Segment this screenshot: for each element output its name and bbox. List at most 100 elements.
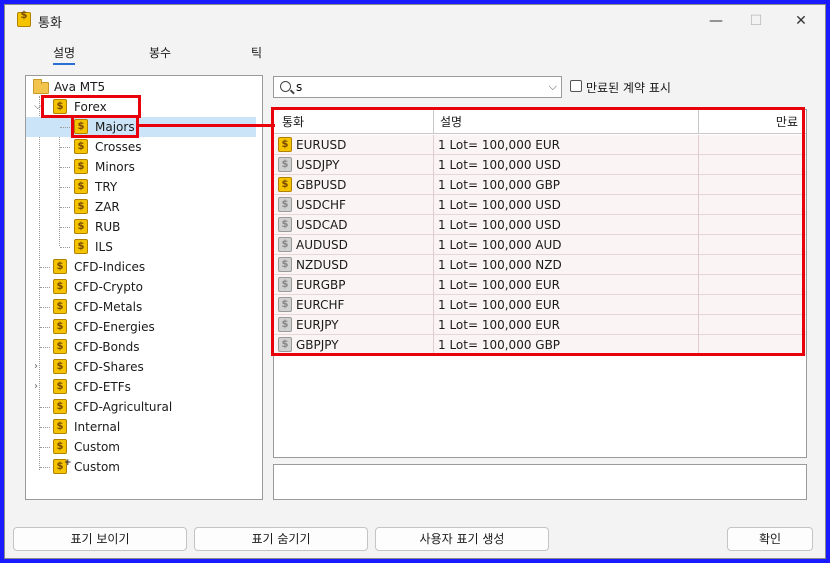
cell-description: 1 Lot= 100,000 NZD bbox=[438, 258, 562, 272]
cell-symbol: USDCHF bbox=[296, 198, 346, 212]
close-button[interactable]: ✕ bbox=[786, 10, 816, 32]
cell-symbol: USDJPY bbox=[296, 158, 340, 172]
table-header: 통화 설명 만료 bbox=[274, 110, 806, 134]
tree-item-cfd-energies[interactable]: CFD-Energies bbox=[26, 317, 256, 337]
cell-divider bbox=[433, 175, 434, 195]
table-row[interactable]: USDCAD 1 Lot= 100,000 USD bbox=[274, 215, 806, 235]
cell-divider bbox=[698, 255, 699, 275]
tree-item-label: Minors bbox=[95, 160, 135, 174]
cell-description: 1 Lot= 100,000 USD bbox=[438, 218, 561, 232]
header-description[interactable]: 설명 bbox=[440, 110, 462, 134]
coin-disabled-icon bbox=[278, 335, 292, 355]
coin-icon bbox=[53, 377, 67, 397]
tree-item-label: Internal bbox=[74, 420, 121, 434]
tab-specification[interactable]: 설명 bbox=[53, 44, 76, 65]
tree-item-cfd-etfs[interactable]: › CFD-ETFs bbox=[26, 377, 256, 397]
cell-divider bbox=[698, 335, 699, 355]
table-row[interactable]: EURUSD 1 Lot= 100,000 EUR bbox=[274, 135, 806, 155]
table-row[interactable]: NZDUSD 1 Lot= 100,000 NZD bbox=[274, 255, 806, 275]
symbol-table[interactable]: 통화 설명 만료 EURUSD 1 Lot= 100,000 EUR USDJPY 1… bbox=[273, 109, 807, 458]
coin-icon bbox=[74, 177, 88, 197]
cell-symbol: GBPUSD bbox=[296, 178, 347, 192]
coin-disabled-icon bbox=[278, 295, 292, 315]
table-row[interactable]: GBPJPY 1 Lot= 100,000 GBP bbox=[274, 335, 806, 355]
tree-item-cfd-shares[interactable]: › CFD-Shares bbox=[26, 357, 256, 377]
tree-connector bbox=[60, 207, 70, 208]
tree-item-minors[interactable]: Minors bbox=[26, 157, 256, 177]
create-custom-symbol-button[interactable]: 사용자 표기 생성 bbox=[375, 527, 549, 551]
tree-connector bbox=[40, 287, 50, 288]
chevron-down-icon[interactable]: ⌵ bbox=[549, 80, 557, 94]
table-row[interactable]: EURCHF 1 Lot= 100,000 EUR bbox=[274, 295, 806, 315]
coin-disabled-icon bbox=[278, 255, 292, 275]
table-row[interactable]: AUDUSD 1 Lot= 100,000 AUD bbox=[274, 235, 806, 255]
tree-connector bbox=[60, 147, 70, 148]
tree-item-cfd-crypto[interactable]: CFD-Crypto bbox=[26, 277, 256, 297]
search-input[interactable] bbox=[296, 80, 536, 94]
show-expired-checkbox[interactable] bbox=[570, 80, 582, 92]
tree-item-cfd-agricultural[interactable]: CFD-Agricultural bbox=[26, 397, 256, 417]
header-expiry[interactable]: 만료 bbox=[776, 110, 798, 134]
cell-divider bbox=[433, 335, 434, 355]
show-expired-label: 만료된 계약 표시 bbox=[586, 81, 671, 95]
tab-ticks[interactable]: 틱 bbox=[251, 44, 262, 61]
column-divider[interactable] bbox=[698, 110, 699, 134]
minimize-button[interactable]: — bbox=[701, 10, 731, 32]
tree-item-label: CFD-ETFs bbox=[74, 380, 131, 394]
cell-divider bbox=[698, 295, 699, 315]
title-bar: 통화 — ☐ ✕ bbox=[5, 5, 825, 35]
tree-connector bbox=[40, 447, 50, 448]
tree-item-label: CFD-Shares bbox=[74, 360, 144, 374]
column-divider[interactable] bbox=[433, 110, 434, 134]
tree-item-try[interactable]: TRY bbox=[26, 177, 256, 197]
coin-disabled-icon bbox=[278, 215, 292, 235]
chevron-right-icon[interactable]: › bbox=[34, 357, 38, 377]
table-row[interactable]: EURJPY 1 Lot= 100,000 EUR bbox=[274, 315, 806, 335]
coin-icon bbox=[53, 277, 67, 297]
symbol-tree[interactable]: Ava MT5 ⌵ Forex Majors Crosses Minors TR… bbox=[25, 75, 263, 500]
coin-icon bbox=[53, 337, 67, 357]
tab-bars[interactable]: 봉수 bbox=[149, 44, 171, 61]
tree-item-internal[interactable]: Internal bbox=[26, 417, 256, 437]
ok-button[interactable]: 확인 bbox=[727, 527, 813, 551]
cell-symbol: AUDUSD bbox=[296, 238, 348, 252]
tree-item-rub[interactable]: RUB bbox=[26, 217, 256, 237]
cell-divider bbox=[698, 135, 699, 155]
header-symbol[interactable]: 통화 bbox=[282, 110, 304, 134]
cell-description: 1 Lot= 100,000 GBP bbox=[438, 338, 561, 352]
tree-root[interactable]: Ava MT5 bbox=[26, 77, 256, 97]
tree-item-cfd-bonds[interactable]: CFD-Bonds bbox=[26, 337, 256, 357]
coin-icon bbox=[278, 175, 292, 195]
tree-item-label: RUB bbox=[95, 220, 121, 234]
tree-item-zar[interactable]: ZAR bbox=[26, 197, 256, 217]
coin-icon bbox=[53, 357, 67, 377]
table-row[interactable]: USDCHF 1 Lot= 100,000 USD bbox=[274, 195, 806, 215]
cell-divider bbox=[433, 135, 434, 155]
tree-item-custom[interactable]: Custom bbox=[26, 437, 256, 457]
tree-item-label: Custom bbox=[74, 440, 120, 454]
tree-item-cfd-indices[interactable]: CFD-Indices bbox=[26, 257, 256, 277]
chevron-right-icon[interactable]: › bbox=[34, 377, 38, 397]
tree-item-ils[interactable]: ILS bbox=[26, 237, 256, 257]
hide-symbol-button[interactable]: 표기 숨기기 bbox=[194, 527, 368, 551]
table-row[interactable]: USDJPY 1 Lot= 100,000 USD bbox=[274, 155, 806, 175]
cell-description: 1 Lot= 100,000 USD bbox=[438, 198, 561, 212]
symbol-search[interactable]: ⌵ bbox=[273, 76, 562, 98]
cell-symbol: EURCHF bbox=[296, 298, 345, 312]
cell-description: 1 Lot= 100,000 EUR bbox=[438, 318, 560, 332]
tree-item-crosses[interactable]: Crosses bbox=[26, 137, 256, 157]
maximize-button[interactable]: ☐ bbox=[741, 10, 771, 32]
table-row[interactable]: EURGBP 1 Lot= 100,000 EUR bbox=[274, 275, 806, 295]
tree-item-majors[interactable]: Majors bbox=[26, 117, 256, 137]
table-row[interactable]: GBPUSD 1 Lot= 100,000 GBP bbox=[274, 175, 806, 195]
show-symbol-button[interactable]: 표기 보이기 bbox=[13, 527, 187, 551]
chevron-down-icon[interactable]: ⌵ bbox=[34, 97, 42, 117]
tree-item-cfd-metals[interactable]: CFD-Metals bbox=[26, 297, 256, 317]
coin-icon bbox=[53, 397, 67, 417]
cell-divider bbox=[698, 315, 699, 335]
tree-connector bbox=[60, 127, 70, 128]
tree-item-custom-new[interactable]: + Custom bbox=[26, 457, 256, 477]
tree-item-forex[interactable]: ⌵ Forex bbox=[26, 97, 256, 117]
coin-icon bbox=[53, 257, 67, 277]
cell-description: 1 Lot= 100,000 EUR bbox=[438, 298, 560, 312]
